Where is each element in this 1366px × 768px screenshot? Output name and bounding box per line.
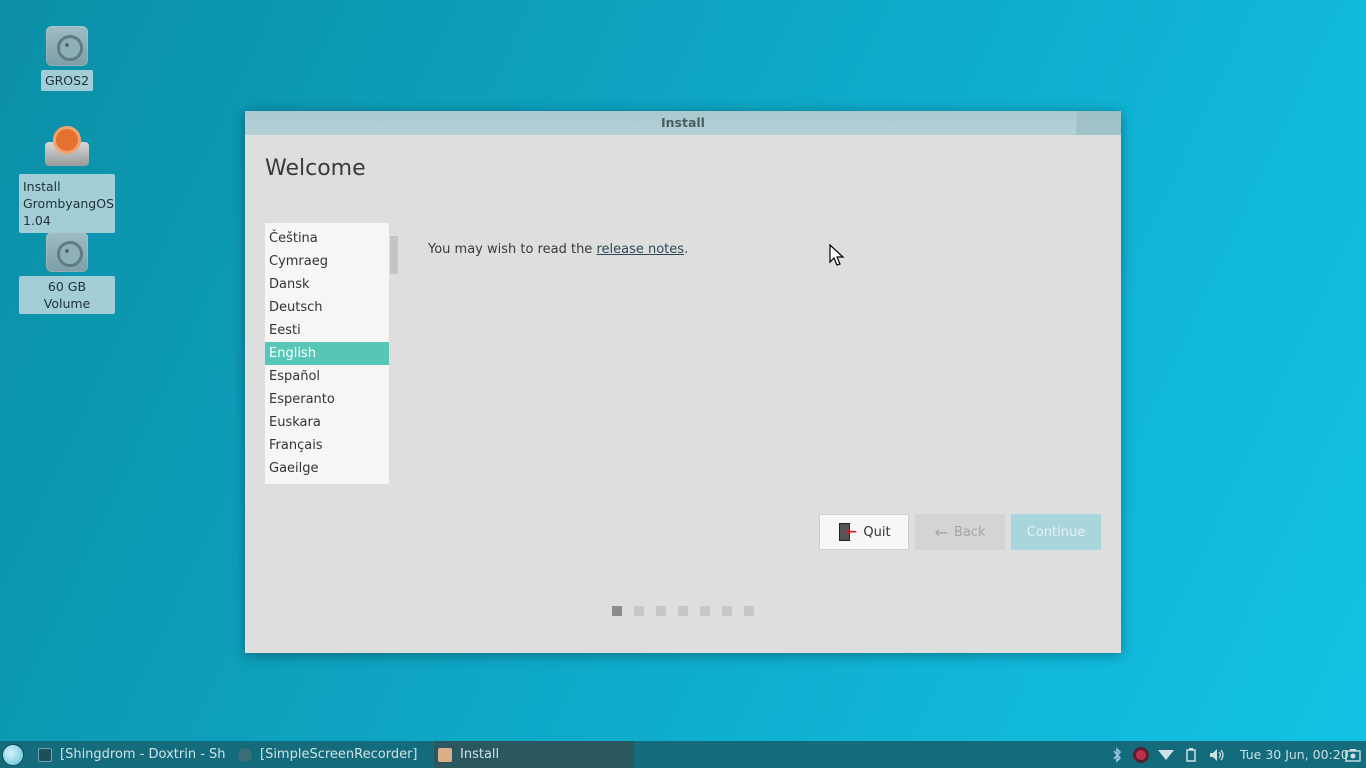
scrollbar-thumb[interactable] bbox=[390, 236, 398, 274]
page-title: Welcome bbox=[265, 156, 366, 181]
step-dot bbox=[634, 606, 644, 616]
continue-button[interactable]: Continue bbox=[1011, 514, 1101, 550]
desktop-icon-installer[interactable]: Install GrombyangOS 1.04 bbox=[19, 126, 115, 233]
desktop-icon-label: 60 GB Volume bbox=[19, 276, 115, 314]
step-dot bbox=[722, 606, 732, 616]
install-window: Install Welcome Čeština Cymraeg Dansk Deuts… bbox=[245, 111, 1121, 653]
volume-icon[interactable] bbox=[1206, 741, 1228, 768]
release-notes-text: You may wish to read the release notes. bbox=[428, 242, 689, 257]
step-dot bbox=[612, 606, 622, 616]
taskbar: [Shingdrom - Doxtrin - Shi... [SimpleScr… bbox=[0, 741, 1366, 768]
language-list-scrollbar[interactable] bbox=[390, 223, 398, 484]
window-title: Install bbox=[661, 115, 705, 130]
step-dot bbox=[700, 606, 710, 616]
language-item[interactable]: Esperanto bbox=[265, 388, 389, 411]
language-item[interactable]: Deutsch bbox=[265, 296, 389, 319]
recorder-icon bbox=[238, 747, 252, 762]
language-item[interactable]: English bbox=[265, 342, 389, 365]
arrow-left-icon: ← bbox=[934, 522, 948, 542]
drive-icon bbox=[46, 232, 88, 272]
window-close-button[interactable] bbox=[1075, 111, 1121, 135]
task-item-active[interactable]: Install bbox=[434, 741, 634, 768]
wifi-icon[interactable] bbox=[1156, 741, 1176, 768]
installer-icon bbox=[438, 747, 452, 762]
taskbar-clock[interactable]: Tue 30 Jun, 00:20 bbox=[1240, 741, 1349, 768]
language-item[interactable]: Gaeilge bbox=[265, 457, 389, 480]
language-item[interactable]: Čeština bbox=[265, 227, 389, 250]
back-button[interactable]: ← Back bbox=[915, 514, 1005, 550]
language-list[interactable]: Čeština Cymraeg Dansk Deutsch Eesti English Es… bbox=[265, 223, 389, 484]
step-dot bbox=[678, 606, 688, 616]
window-titlebar[interactable]: Install bbox=[245, 111, 1121, 135]
mouse-cursor-icon bbox=[829, 244, 845, 266]
desktop-icon-60gb-volume[interactable]: 60 GB Volume bbox=[19, 232, 115, 314]
terminal-icon bbox=[38, 747, 52, 762]
language-item[interactable]: Français bbox=[265, 434, 389, 457]
recorder-icon[interactable] bbox=[1130, 741, 1152, 768]
step-dot bbox=[744, 606, 754, 616]
drive-icon bbox=[46, 26, 88, 66]
step-progress-dots bbox=[612, 606, 754, 616]
task-item[interactable]: [SimpleScreenRecorder] bbox=[238, 741, 418, 768]
app-menu-button[interactable] bbox=[2, 744, 24, 766]
screenshot-icon[interactable] bbox=[1343, 741, 1363, 768]
language-item[interactable]: Euskara bbox=[265, 411, 389, 434]
bluetooth-icon[interactable] bbox=[1108, 741, 1126, 768]
language-item[interactable]: Español bbox=[265, 365, 389, 388]
battery-icon[interactable] bbox=[1182, 741, 1200, 768]
step-dot bbox=[656, 606, 666, 616]
quit-icon: ← bbox=[837, 522, 857, 542]
desktop-icon-label: GROS2 bbox=[40, 70, 94, 91]
release-notes-link[interactable]: release notes bbox=[596, 242, 684, 257]
language-item[interactable]: Eesti bbox=[265, 319, 389, 342]
task-item[interactable]: [Shingdrom - Doxtrin - Shi... bbox=[38, 741, 226, 768]
desktop-icon-gros2[interactable]: GROS2 bbox=[19, 26, 115, 91]
language-item[interactable]: Dansk bbox=[265, 273, 389, 296]
quit-button[interactable]: ← Quit bbox=[819, 514, 909, 550]
language-item[interactable]: Cymraeg bbox=[265, 250, 389, 273]
installer-icon bbox=[43, 126, 91, 170]
desktop-icon-label: Install GrombyangOS 1.04 bbox=[19, 174, 115, 233]
